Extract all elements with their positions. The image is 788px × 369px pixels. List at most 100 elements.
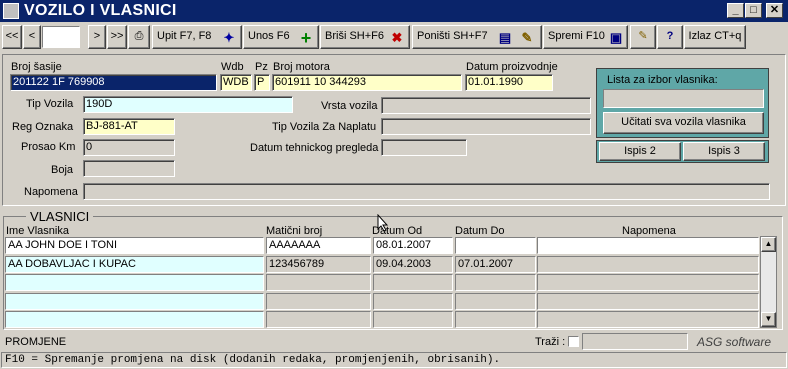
save-label: Spremi F10 (548, 30, 605, 42)
close-button[interactable]: ✕ (766, 3, 783, 18)
save-button[interactable]: Spremi F10 ▣ (543, 25, 628, 49)
mode-indicator: PROMJENE (5, 336, 67, 348)
mileage-field[interactable]: 0 (83, 139, 175, 156)
wdb-label: Wdb (221, 61, 244, 73)
status-message: F10 = Spremanje promjena na disk (dodani… (1, 352, 787, 368)
owner-list-field[interactable] (603, 89, 764, 108)
maximize-button[interactable]: □ (745, 3, 762, 18)
app-icon[interactable] (3, 3, 19, 19)
date-to-cell[interactable] (455, 237, 536, 254)
prev-record-button[interactable]: < (23, 25, 41, 49)
delete-button[interactable]: Briši SH+F6 ✖ (320, 25, 410, 49)
date-from-cell[interactable] (373, 293, 453, 310)
owners-section-title: VLASNICI (26, 209, 94, 224)
note-cell[interactable] (537, 293, 759, 310)
search-field[interactable] (582, 333, 688, 350)
note-cell[interactable] (537, 274, 759, 291)
print-buttons-panel: Ispis 2 Ispis 3 (596, 140, 769, 163)
owner-name-cell[interactable] (5, 293, 264, 310)
production-date-label: Datum proizvodnje (466, 61, 558, 73)
vehicle-type-field[interactable]: 190D (83, 96, 293, 113)
help-button[interactable]: ? (657, 25, 683, 49)
note-cell[interactable] (537, 237, 759, 254)
query-button[interactable]: Upit F7, F8 ✦ (152, 25, 242, 49)
next-record-button[interactable]: > (88, 25, 106, 49)
load-all-vehicles-button[interactable]: Učitati sva vozila vlasnika (603, 112, 764, 134)
id-number-cell[interactable]: AAAAAAA (266, 237, 371, 254)
owner-name-cell[interactable] (5, 311, 264, 328)
delete-x-icon: ✖ (391, 30, 403, 45)
billing-type-field[interactable] (381, 118, 591, 135)
cancel-button[interactable]: Poništi SH+F7 ▤ ✎ (412, 25, 542, 49)
date-to-cell[interactable] (455, 293, 536, 310)
col-date-to: Datum Do (455, 225, 505, 237)
engine-number-field[interactable]: 601911 10 344293 (272, 74, 462, 91)
inspection-date-field[interactable] (381, 139, 467, 156)
record-number-field[interactable] (42, 26, 80, 48)
mileage-label: Prosao Km (21, 141, 76, 153)
minimize-button[interactable]: _ (727, 3, 744, 18)
undo-form-icon: ▤ (498, 30, 512, 45)
color-field[interactable] (83, 160, 175, 177)
registration-field[interactable]: BJ-881-AT (83, 118, 175, 135)
scroll-up-arrow-icon[interactable]: ▲ (761, 237, 776, 252)
date-to-cell[interactable]: 07.01.2007 (455, 256, 536, 273)
id-number-cell[interactable] (266, 293, 371, 310)
title-bar[interactable]: VOZILO I VLASNICI _ □ ✕ (0, 0, 788, 22)
wdb-field[interactable]: WDB (220, 74, 252, 91)
floppy-disk-icon: ▣ (609, 30, 623, 45)
first-record-button[interactable]: << (2, 25, 22, 49)
date-to-cell[interactable] (455, 311, 536, 328)
exit-button[interactable]: Izlaz CT+q (684, 25, 746, 49)
insert-label: Unos F6 (248, 30, 290, 42)
production-date-field[interactable]: 01.01.1990 (465, 74, 553, 91)
note-cell[interactable] (537, 311, 759, 328)
col-note: Napomena (622, 225, 676, 237)
note-cell[interactable] (537, 256, 759, 273)
date-from-cell[interactable]: 08.01.2007 (373, 237, 453, 254)
date-from-cell[interactable] (373, 311, 453, 328)
note-label: Napomena (24, 186, 78, 198)
help-question-icon: ? (666, 30, 674, 42)
billing-type-label: Tip Vozila Za Naplatu (272, 121, 377, 133)
search-checkbox[interactable] (568, 336, 579, 347)
grid-scrollbar[interactable]: ▲ ▼ (760, 236, 777, 328)
scroll-down-arrow-icon[interactable]: ▼ (761, 312, 776, 327)
owner-list-label: Lista za izbor vlasnika: (607, 74, 718, 86)
note-field[interactable] (83, 183, 770, 200)
plus-icon: + (300, 28, 312, 48)
cancel-label: Poništi SH+F7 (417, 30, 488, 42)
vehicle-type-label: Tip Vozila (26, 98, 74, 110)
registration-label: Reg Oznaka (12, 121, 74, 133)
printer-icon: ⎙ (134, 30, 144, 42)
date-from-cell[interactable]: 09.04.2003 (373, 256, 453, 273)
owner-name-cell[interactable]: AA JOHN DOE I TONI (5, 237, 264, 254)
id-number-cell[interactable] (266, 311, 371, 328)
print-button[interactable]: ⎙ (128, 25, 150, 49)
brand-label: ASG software (697, 335, 772, 349)
insert-button[interactable]: Unos F6 + (243, 25, 319, 49)
color-label: Boja (51, 164, 74, 176)
col-owner-name: Ime Vlasnika (6, 225, 69, 237)
inspection-date-label: Datum tehnickog pregleda (250, 142, 379, 154)
last-record-button[interactable]: >> (107, 25, 127, 49)
pencil-icon: ✎ (638, 30, 648, 42)
date-from-cell[interactable] (373, 274, 453, 291)
vehicle-kind-label: Vrsta vozila (321, 100, 378, 112)
chassis-number-field[interactable]: 201122 1F 769908 (10, 74, 217, 91)
owner-name-cell[interactable] (5, 274, 264, 291)
id-number-cell[interactable]: 123456789 (266, 256, 371, 273)
toolbar: << < > >> ⎙ Upit F7, F8 ✦ Unos F6 + Briš… (0, 23, 788, 51)
search-label: Traži : (535, 336, 566, 348)
owner-name-cell[interactable]: AA DOBAVLJAC I KUPAC (5, 256, 264, 273)
date-to-cell[interactable] (455, 274, 536, 291)
id-number-cell[interactable] (266, 274, 371, 291)
print2-button[interactable]: Ispis 2 (599, 142, 681, 161)
chassis-number-label: Broj šasije (11, 61, 62, 73)
notes-button[interactable]: ✎ (630, 25, 656, 49)
mouse-cursor-icon (377, 214, 389, 232)
print3-button[interactable]: Ispis 3 (683, 142, 765, 161)
pz-field[interactable]: P (254, 74, 270, 91)
pz-label: Pz (255, 61, 268, 73)
vehicle-kind-field[interactable] (381, 97, 591, 114)
